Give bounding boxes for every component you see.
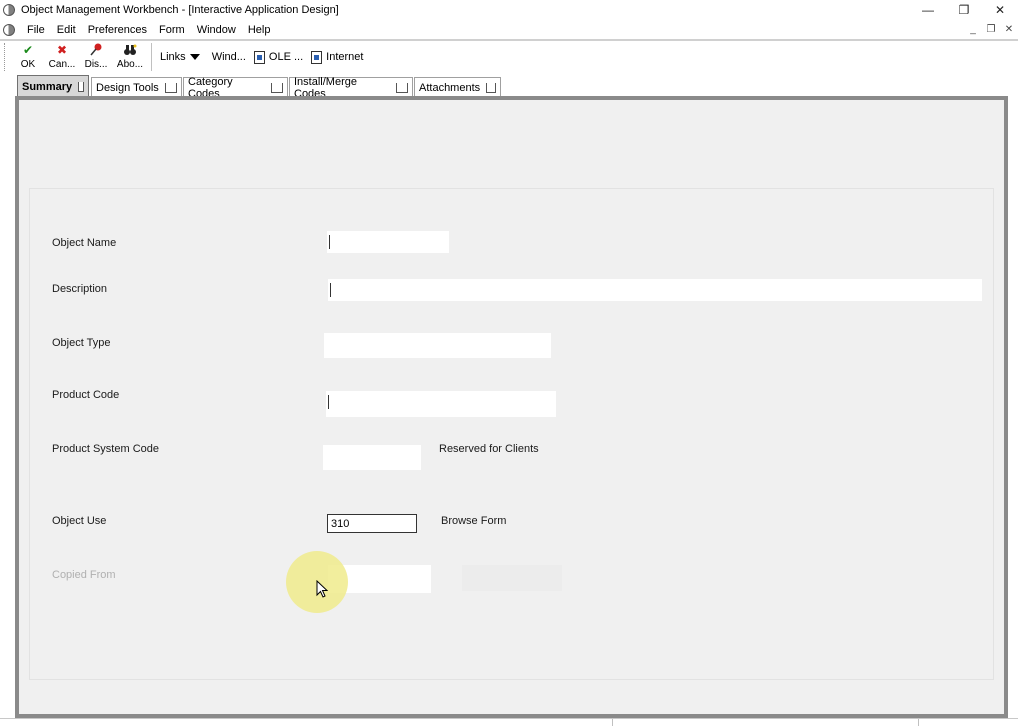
links-label: Links bbox=[160, 51, 186, 63]
description-input[interactable] bbox=[328, 279, 982, 301]
tab-indicator-icon bbox=[396, 82, 408, 93]
window-title: Object Management Workbench - [Interacti… bbox=[21, 4, 339, 16]
mouse-pointer-icon bbox=[316, 580, 328, 598]
doc-restore-button[interactable]: ❐ bbox=[982, 20, 1000, 39]
binoculars-icon bbox=[123, 43, 137, 57]
tab-install-merge-codes[interactable]: Install/Merge Codes bbox=[289, 76, 413, 100]
tab-category-codes[interactable]: Category Codes bbox=[183, 76, 288, 100]
tab-design-tools-label: Design Tools bbox=[96, 81, 159, 94]
product-system-code-input[interactable] bbox=[323, 445, 421, 470]
document-icon bbox=[253, 50, 265, 64]
product-code-label: Product Code bbox=[52, 389, 120, 401]
toolbar: ✔ OK ✖ Can... Dis... Abo... Links Wind..… bbox=[0, 39, 1018, 73]
tab-strip: Summary Design Tools Category Codes Inst… bbox=[0, 73, 1018, 100]
app-icon bbox=[3, 4, 15, 16]
object-name-input[interactable] bbox=[327, 231, 449, 253]
description-label: Description bbox=[52, 283, 108, 295]
window-tool-label: Wind... bbox=[211, 51, 246, 63]
tab-design-tools[interactable]: Design Tools bbox=[91, 77, 182, 97]
status-divider bbox=[918, 719, 919, 726]
product-code-input[interactable] bbox=[326, 391, 556, 417]
links-menu[interactable]: Links bbox=[156, 42, 208, 72]
ole-tool[interactable]: OLE ... bbox=[250, 42, 307, 72]
window-controls: — ❐ ✕ bbox=[910, 0, 1018, 20]
toolbar-grip[interactable] bbox=[4, 43, 7, 71]
product-system-code-description: Reserved for Clients bbox=[439, 443, 539, 455]
object-type-input[interactable] bbox=[324, 333, 551, 358]
menu-bar: File Edit Preferences Form Window Help _… bbox=[0, 20, 1018, 39]
doc-close-button[interactable]: ✕ bbox=[1000, 20, 1018, 39]
form-group-box bbox=[29, 188, 994, 680]
tab-indicator-icon bbox=[486, 82, 496, 93]
object-name-label: Object Name bbox=[52, 237, 117, 249]
about-button[interactable]: Abo... bbox=[113, 41, 147, 73]
document-window-controls: _ ❐ ✕ bbox=[964, 20, 1018, 39]
status-divider bbox=[612, 719, 613, 726]
object-use-description: Browse Form bbox=[441, 515, 507, 527]
cancel-button[interactable]: ✖ Can... bbox=[45, 41, 79, 73]
restore-button[interactable]: ❐ bbox=[946, 0, 982, 20]
copied-from-label: Copied From bbox=[52, 569, 116, 581]
internet-tool[interactable]: Internet bbox=[307, 42, 367, 72]
copied-from-description-field bbox=[462, 565, 562, 591]
ole-label: OLE ... bbox=[268, 51, 304, 63]
ok-button[interactable]: ✔ OK bbox=[11, 41, 45, 73]
pushpin-icon bbox=[89, 43, 103, 57]
internet-label: Internet bbox=[326, 51, 364, 63]
product-system-code-label: Product System Code bbox=[52, 443, 159, 455]
document-menu-icon[interactable] bbox=[3, 23, 15, 36]
menu-help[interactable]: Help bbox=[242, 24, 277, 36]
close-button[interactable]: ✕ bbox=[982, 0, 1018, 20]
title-bar: Object Management Workbench - [Interacti… bbox=[0, 0, 1018, 20]
toolbar-separator bbox=[151, 43, 152, 71]
x-icon: ✖ bbox=[56, 43, 68, 57]
object-type-label: Object Type bbox=[52, 337, 111, 349]
tab-indicator-icon bbox=[164, 82, 177, 93]
dropdown-arrow-icon bbox=[189, 54, 200, 60]
about-label: Abo... bbox=[116, 59, 144, 70]
menu-window[interactable]: Window bbox=[191, 24, 242, 36]
window-tool[interactable]: Wind... bbox=[208, 42, 250, 72]
minimize-button[interactable]: — bbox=[910, 0, 946, 20]
tab-attachments[interactable]: Attachments bbox=[414, 77, 501, 97]
checkmark-icon: ✔ bbox=[22, 43, 34, 57]
display-button[interactable]: Dis... bbox=[79, 41, 113, 73]
menu-form[interactable]: Form bbox=[153, 24, 191, 36]
menu-file[interactable]: File bbox=[21, 24, 51, 36]
doc-minimize-button[interactable]: _ bbox=[964, 20, 982, 39]
display-label: Dis... bbox=[84, 59, 108, 70]
menu-edit[interactable]: Edit bbox=[51, 24, 82, 36]
ok-label: OK bbox=[20, 59, 36, 70]
summary-panel: Object Name Description Object Type Prod… bbox=[15, 96, 1008, 718]
cancel-label: Can... bbox=[48, 59, 76, 70]
object-use-label: Object Use bbox=[52, 515, 107, 527]
status-bar bbox=[0, 718, 1018, 726]
tab-indicator-icon bbox=[271, 82, 283, 93]
tab-indicator-icon bbox=[78, 81, 84, 92]
tab-summary-label: Summary bbox=[22, 80, 73, 93]
tab-attachments-label: Attachments bbox=[419, 81, 481, 94]
menu-preferences[interactable]: Preferences bbox=[82, 24, 153, 36]
document-icon bbox=[311, 50, 323, 64]
object-use-input[interactable]: 310 bbox=[327, 514, 417, 533]
tab-summary[interactable]: Summary bbox=[17, 75, 89, 97]
